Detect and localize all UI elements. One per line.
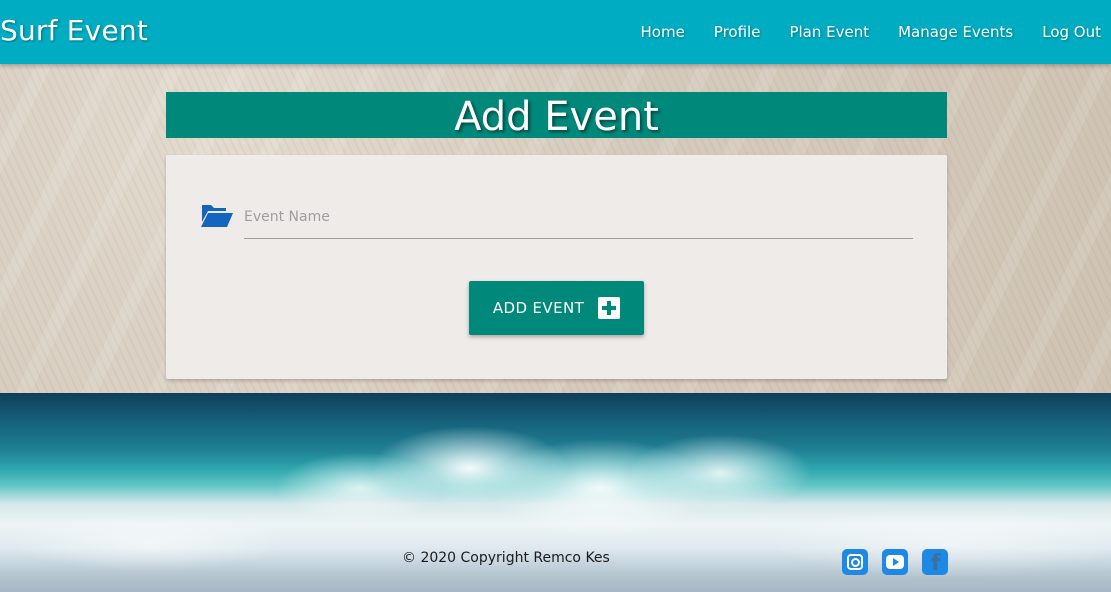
footer: © 2020 Copyright Remco Kes f xyxy=(0,522,1111,592)
facebook-icon[interactable]: f xyxy=(922,549,948,576)
add-event-form-card: ADD EVENT xyxy=(166,155,947,379)
folder-open-icon xyxy=(201,205,233,227)
youtube-icon[interactable] xyxy=(882,549,908,575)
brand-logo[interactable]: Surf Event xyxy=(0,14,148,47)
nav-item-plan-event[interactable]: Plan Event xyxy=(789,23,869,41)
instagram-icon[interactable] xyxy=(842,549,868,575)
add-event-button[interactable]: ADD EVENT xyxy=(469,281,644,335)
page-title-bar: Add Event xyxy=(166,92,947,140)
event-name-input[interactable] xyxy=(244,200,913,234)
navbar: Surf Event Home Profile Plan Event Manag… xyxy=(0,0,1111,64)
nav-item-log-out[interactable]: Log Out xyxy=(1042,23,1101,41)
page-title: Add Event xyxy=(454,94,659,140)
plus-square-icon xyxy=(598,297,621,319)
nav-links: Home Profile Plan Event Manage Events Lo… xyxy=(612,0,1102,64)
copyright-text: © 2020 Copyright Remco Kes xyxy=(402,550,610,566)
nav-item-profile[interactable]: Profile xyxy=(714,23,761,41)
nav-item-home[interactable]: Home xyxy=(641,23,685,41)
event-name-field-wrapper xyxy=(244,200,913,239)
nav-item-manage-events[interactable]: Manage Events xyxy=(898,23,1013,41)
add-event-button-label: ADD EVENT xyxy=(492,299,585,317)
